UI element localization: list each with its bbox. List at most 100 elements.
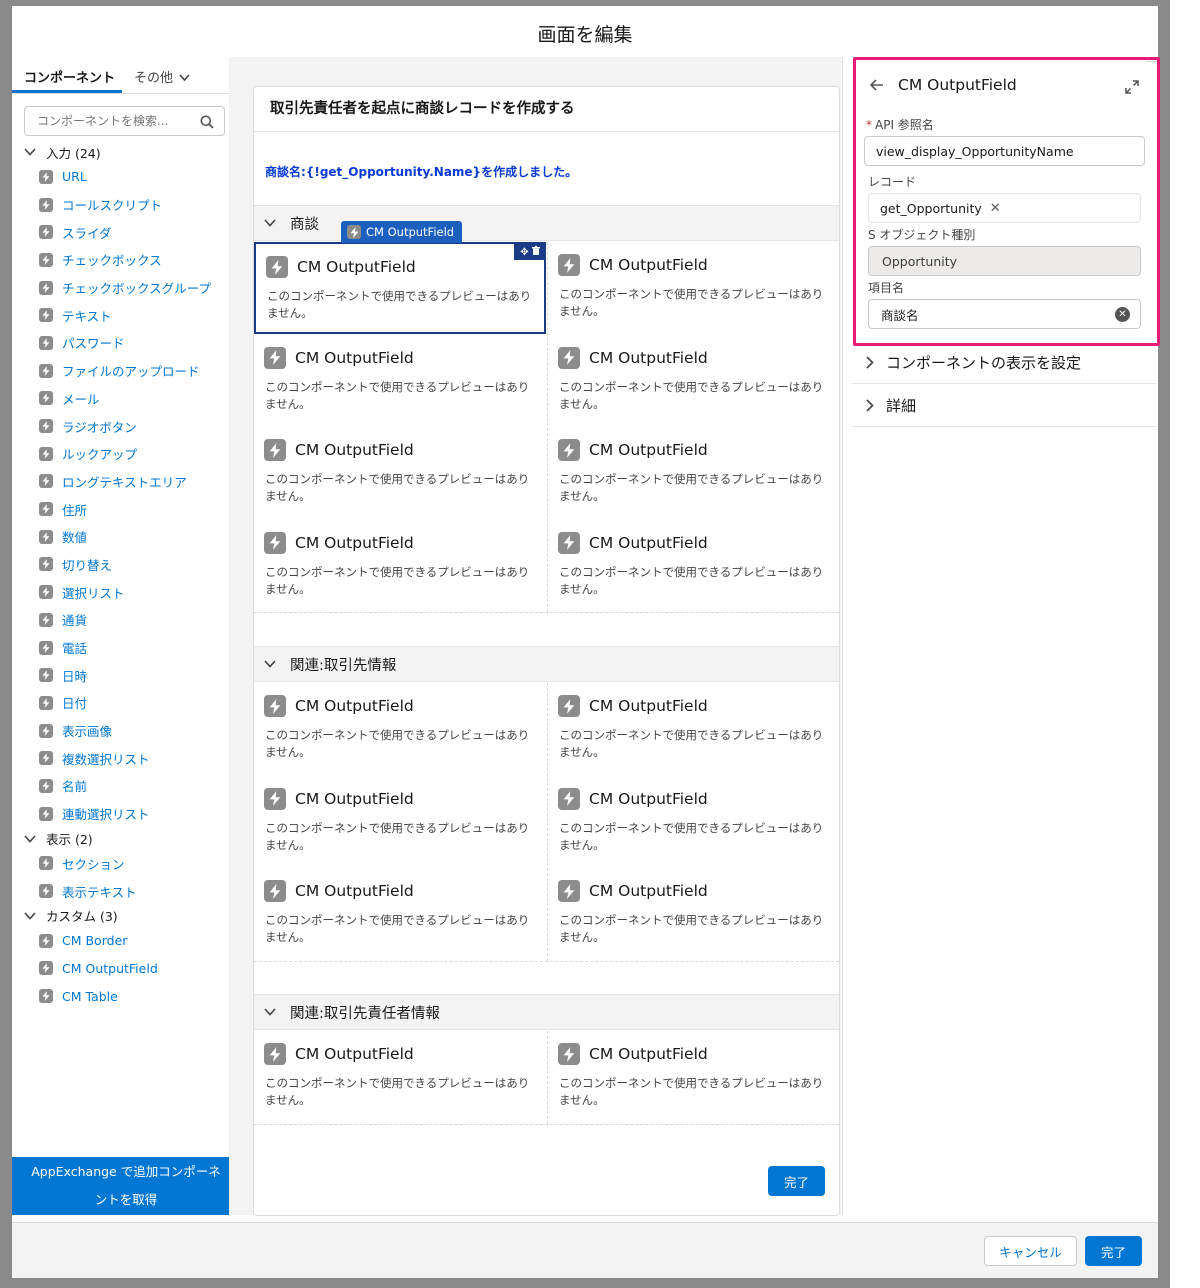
palette-item[interactable]: 名前 <box>12 772 240 800</box>
password-icon <box>39 335 53 350</box>
palette-item[interactable]: セクション <box>12 850 240 878</box>
field-name-input[interactable]: 商談名 ✕ <box>868 299 1141 329</box>
palette-item[interactable]: 複数選択リスト <box>12 744 240 772</box>
cm-outputfield-component[interactable]: CM OutputField このコンポーネントで使用できるプレビューはありません… <box>254 520 546 612</box>
palette-item[interactable]: CM Table <box>12 982 240 1010</box>
cm-outputfield-component[interactable]: CM OutputField このコンポーネントで使用できるプレビューはありません… <box>254 242 546 334</box>
properties-title: CM OutputField <box>898 76 1017 94</box>
cm-outputfield-component[interactable]: CM OutputField このコンポーネントで使用できるプレビューはありません… <box>548 335 840 427</box>
palette-item[interactable]: コールスクリプト <box>12 191 240 219</box>
accordion-details[interactable]: 詳細 <box>852 385 1156 427</box>
palette-item[interactable]: パスワード <box>12 329 240 357</box>
bolt-icon <box>39 778 53 793</box>
section-header[interactable]: 関連:取引先情報 <box>254 646 839 682</box>
expand-icon[interactable] <box>1125 79 1139 98</box>
cm-outputfield-component[interactable]: CM OutputField このコンポーネントで使用できるプレビューはありません… <box>548 776 840 868</box>
chevron-down-icon <box>179 72 190 85</box>
bolt-icon <box>264 531 286 554</box>
palette-item[interactable]: 表示画像 <box>12 717 240 745</box>
section-component[interactable]: 関連:取引先責任者情報 CM OutputField このコンポーネントで使用できる… <box>254 994 839 1155</box>
palette-item[interactable]: メール <box>12 385 240 413</box>
palette-item[interactable]: CM OutputField <box>12 955 240 983</box>
move-icon[interactable]: ✥ <box>520 247 528 258</box>
component-title-label: CM OutputField <box>589 441 708 459</box>
selected-component-tag: CM OutputField <box>341 221 463 243</box>
cm-outputfield-component[interactable]: CM OutputField このコンポーネントで使用できるプレビューはありません… <box>548 683 840 775</box>
cm-outputfield-component[interactable]: CM OutputField このコンポーネントで使用できるプレビューはありません… <box>254 683 546 775</box>
tab-components[interactable]: コンポーネント <box>24 67 115 86</box>
cm-outputfield-component[interactable]: CM OutputField このコンポーネントで使用できるプレビューはありません… <box>254 335 546 427</box>
canvas-done-button[interactable]: 完了 <box>768 1166 825 1196</box>
palette-item[interactable]: チェックボックス <box>12 246 240 274</box>
api-name-input[interactable]: view_display_OpportunityName <box>864 136 1145 166</box>
currency-icon <box>39 612 53 627</box>
record-label: レコード <box>868 175 917 189</box>
accordion-visibility-label: コンポーネントの表示を設定 <box>886 354 1082 372</box>
palette-item[interactable]: 表示テキスト <box>12 877 240 905</box>
cm-outputfield-component[interactable]: CM OutputField このコンポーネントで使用できるプレビューはありません… <box>548 1031 840 1123</box>
palette-item[interactable]: ロングテキストエリア <box>12 468 240 496</box>
palette-item[interactable]: 日時 <box>12 661 240 689</box>
palette-item[interactable]: 選択リスト <box>12 578 240 606</box>
remove-icon[interactable]: ✕ <box>990 201 1001 216</box>
component-description: このコンポーネントで使用できるプレビューはありません。 <box>265 913 530 944</box>
component-title-label: CM OutputField <box>589 882 708 900</box>
cancel-button[interactable]: キャンセル <box>984 1236 1077 1266</box>
palette-group-header[interactable]: カスタム (3) <box>12 905 240 927</box>
chevron-down-icon <box>264 219 278 227</box>
component-title: CM OutputField <box>558 439 708 461</box>
palette-group-header[interactable]: 入力 (24) <box>12 141 240 163</box>
bolt-icon <box>39 446 53 461</box>
palette-item-label: 表示画像 <box>62 724 113 740</box>
component-search-input[interactable] <box>24 106 225 136</box>
palette-group-header[interactable]: 表示 (2) <box>12 828 240 850</box>
appexchange-button[interactable]: AppExchange で追加コンポーネントを取得 <box>12 1157 240 1215</box>
trash-icon[interactable] <box>531 246 540 258</box>
cm-outputfield-component[interactable]: CM OutputField このコンポーネントで使用できるプレビューはありません… <box>254 1031 546 1123</box>
cm-outputfield-component[interactable]: CM OutputField このコンポーネントで使用できるプレビューはありません… <box>548 868 840 960</box>
section-component[interactable]: 商談 CM OutputField このコンポーネントで使用できるプレビューはありま… <box>254 205 839 643</box>
section-component[interactable]: 関連:取引先情報 CM OutputField このコンポーネントで使用できるプレビ… <box>254 646 839 992</box>
component-title-label: CM OutputField <box>295 533 414 552</box>
palette-item[interactable]: チェックボックスグループ <box>12 274 240 302</box>
component-title-label: CM OutputField <box>589 1045 708 1063</box>
tab-other[interactable]: その他 <box>134 67 190 86</box>
bolt-icon <box>264 880 286 902</box>
palette-item[interactable]: 電話 <box>12 634 240 662</box>
palette-item[interactable]: 日付 <box>12 689 240 717</box>
back-arrow-icon[interactable] <box>870 79 884 91</box>
palette-item-label: 電話 <box>62 641 88 657</box>
palette-item[interactable]: 連動選択リスト <box>12 800 240 828</box>
cm-outputfield-component[interactable]: CM OutputField このコンポーネントで使用できるプレビューはありません… <box>548 242 840 334</box>
section-header[interactable]: 関連:取引先責任者情報 <box>254 994 839 1030</box>
palette-item[interactable]: 数値 <box>12 523 240 551</box>
palette-item[interactable]: スライダ <box>12 218 240 246</box>
palette-item[interactable]: URL <box>12 163 240 191</box>
component-description: このコンポーネントで使用できるプレビューはありません。 <box>265 379 530 411</box>
done-button[interactable]: 完了 <box>1085 1236 1142 1266</box>
search-icon[interactable] <box>200 114 214 129</box>
cm-outputfield-component[interactable]: CM OutputField このコンポーネントで使用できるプレビューはありません… <box>254 776 546 868</box>
palette-item[interactable]: ルックアップ <box>12 440 240 468</box>
palette-item[interactable]: ラジオボタン <box>12 412 240 440</box>
bolt-icon <box>39 391 53 406</box>
palette-item[interactable]: 通貨 <box>12 606 240 634</box>
cm-outputfield-component[interactable]: CM OutputField このコンポーネントで使用できるプレビューはありません… <box>254 868 546 960</box>
cm-outputfield-component[interactable]: CM OutputField このコンポーネントで使用できるプレビューはありません… <box>548 427 840 519</box>
palette-item[interactable]: ファイルのアップロード <box>12 357 240 385</box>
display-text-component[interactable]: 商談名:{!get_Opportunity.Name}を作成しました。 <box>265 163 577 180</box>
palette-item-label: コールスクリプト <box>62 198 163 214</box>
active-tab-indicator <box>12 90 122 93</box>
accordion-visibility[interactable]: コンポーネントの表示を設定 <box>852 342 1156 384</box>
palette-item-label: 通貨 <box>62 613 88 629</box>
palette-item[interactable]: 切り替え <box>12 551 240 579</box>
palette-item[interactable]: 住所 <box>12 495 240 523</box>
palette-item[interactable]: テキスト <box>12 301 240 329</box>
cm-outputfield-component[interactable]: CM OutputField このコンポーネントで使用できるプレビューはありません… <box>548 520 840 612</box>
record-pill[interactable]: get_Opportunity ✕ <box>868 193 1141 223</box>
bolt-icon <box>264 787 286 810</box>
cm-outputfield-component[interactable]: CM OutputField このコンポーネントで使用できるプレビューはありません… <box>254 427 546 519</box>
palette-item[interactable]: CM Border <box>12 927 240 955</box>
clear-icon[interactable]: ✕ <box>1115 307 1130 322</box>
component-title: CM OutputField <box>266 256 416 278</box>
